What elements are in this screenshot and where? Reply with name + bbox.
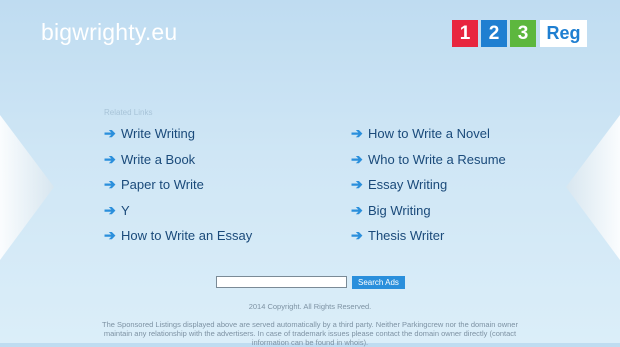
related-link-thesis-writer[interactable]: ➔ Thesis Writer <box>351 223 506 249</box>
logo-digit-1: 1 <box>452 20 478 47</box>
search-form: Search Ads <box>216 276 405 289</box>
related-link-write-a-book[interactable]: ➔ Write a Book <box>104 147 252 173</box>
related-link-who-to-write-a-resume[interactable]: ➔ Who to Write a Resume <box>351 147 506 173</box>
arrow-right-icon: ➔ <box>104 201 116 218</box>
logo-reg: Reg <box>540 20 587 47</box>
related-link-write-writing[interactable]: ➔ Write Writing <box>104 121 252 147</box>
related-links-left: ➔ Write Writing ➔ Write a Book ➔ Paper to W… <box>104 121 252 249</box>
related-link-how-to-write-an-essay[interactable]: ➔ How to Write an Essay <box>104 223 252 249</box>
search-ads-button[interactable]: Search Ads <box>352 276 405 289</box>
logo-digit-3: 3 <box>510 20 536 47</box>
arrow-right-icon: ➔ <box>351 150 363 167</box>
related-links-heading: Related Links <box>104 108 153 117</box>
arrow-right-icon: ➔ <box>351 125 363 142</box>
right-arrow-icon[interactable] <box>565 115 620 260</box>
related-link-paper-to-write[interactable]: ➔ Paper to Write <box>104 172 252 198</box>
related-links-right: ➔ How to Write a Novel ➔ Who to Write a Re… <box>351 121 506 249</box>
related-link-how-to-write-a-novel[interactable]: ➔ How to Write a Novel <box>351 121 506 147</box>
logo-digit-2: 2 <box>481 20 507 47</box>
arrow-right-icon: ➔ <box>104 227 116 244</box>
arrow-right-icon: ➔ <box>351 176 363 193</box>
copyright-text: 2014 Copyright. All Rights Reserved. <box>248 302 372 311</box>
related-link-big-writing[interactable]: ➔ Big Writing <box>351 198 506 224</box>
arrow-right-icon: ➔ <box>104 176 116 193</box>
123reg-logo[interactable]: 1 2 3 Reg <box>452 20 587 47</box>
related-link-y[interactable]: ➔ Y <box>104 198 252 224</box>
left-arrow-icon[interactable] <box>0 115 55 260</box>
arrow-right-icon: ➔ <box>104 150 116 167</box>
search-input[interactable] <box>216 276 347 288</box>
arrow-right-icon: ➔ <box>104 125 116 142</box>
domain-title: bigwrighty.eu <box>41 19 178 45</box>
related-link-essay-writing[interactable]: ➔ Essay Writing <box>351 172 506 198</box>
arrow-right-icon: ➔ <box>351 227 363 244</box>
arrow-right-icon: ➔ <box>351 201 363 218</box>
